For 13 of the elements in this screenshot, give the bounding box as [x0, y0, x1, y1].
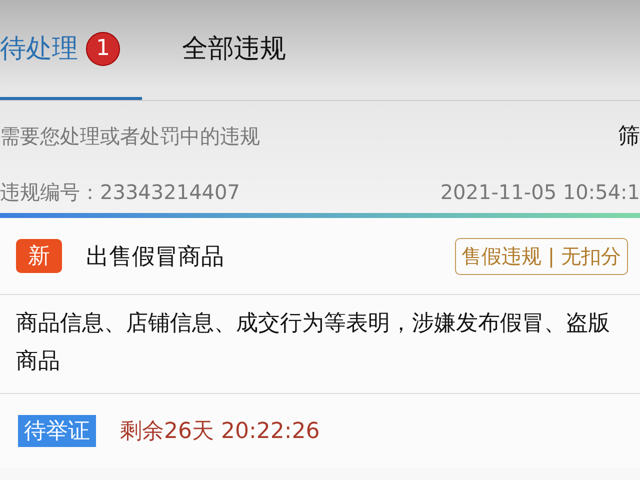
status-tag: 待举证 [18, 415, 96, 447]
new-tag: 新 [16, 239, 62, 273]
violation-time: 2021-11-05 10:54:1 [440, 180, 640, 204]
category-tag: 售假违规 | 无扣分 [454, 238, 628, 274]
tab[interactable]: 待处理 1 [0, 0, 142, 100]
remaining-time: 剩余26天 20:22:26 [120, 418, 320, 446]
hint-text: 需要您处理或者处罚中的违规 [0, 122, 260, 150]
violation-description: 商品信息、店铺信息、成交行为等表明，涉嫌发布假冒、盗版商品 [0, 295, 640, 394]
count-badge: 1 [86, 32, 120, 66]
violation-number: 违规编号：23343214407 [0, 178, 240, 206]
violation-title: 出售假冒商品 [86, 242, 225, 272]
filter-button[interactable]: 筛 [618, 121, 640, 151]
tab[interactable]: 全部违规 [182, 0, 306, 100]
